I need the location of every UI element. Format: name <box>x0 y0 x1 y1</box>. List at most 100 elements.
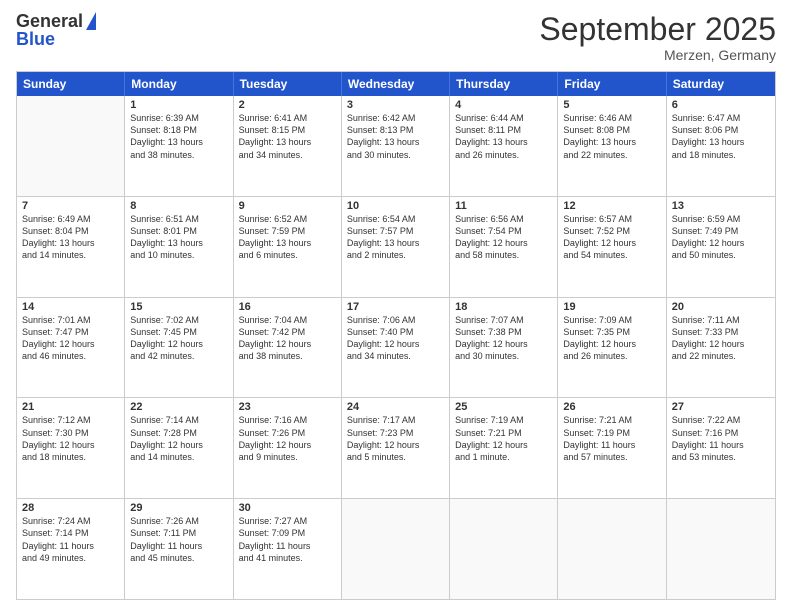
calendar: SundayMondayTuesdayWednesdayThursdayFrid… <box>16 71 776 600</box>
calendar-cell: 30Sunrise: 7:27 AM Sunset: 7:09 PM Dayli… <box>234 499 342 599</box>
day-info: Sunrise: 7:14 AM Sunset: 7:28 PM Dayligh… <box>130 414 227 463</box>
day-info: Sunrise: 6:42 AM Sunset: 8:13 PM Dayligh… <box>347 112 444 161</box>
calendar-cell: 25Sunrise: 7:19 AM Sunset: 7:21 PM Dayli… <box>450 398 558 498</box>
calendar-body: 1Sunrise: 6:39 AM Sunset: 8:18 PM Daylig… <box>17 96 775 599</box>
calendar-row: 7Sunrise: 6:49 AM Sunset: 8:04 PM Daylig… <box>17 196 775 297</box>
calendar-cell: 14Sunrise: 7:01 AM Sunset: 7:47 PM Dayli… <box>17 298 125 398</box>
day-number: 10 <box>347 200 444 212</box>
weekday-header: Tuesday <box>234 72 342 96</box>
day-info: Sunrise: 6:54 AM Sunset: 7:57 PM Dayligh… <box>347 213 444 262</box>
day-info: Sunrise: 6:56 AM Sunset: 7:54 PM Dayligh… <box>455 213 552 262</box>
day-info: Sunrise: 6:49 AM Sunset: 8:04 PM Dayligh… <box>22 213 119 262</box>
day-number: 22 <box>130 401 227 413</box>
day-number: 3 <box>347 99 444 111</box>
day-info: Sunrise: 7:26 AM Sunset: 7:11 PM Dayligh… <box>130 515 227 564</box>
calendar-cell: 20Sunrise: 7:11 AM Sunset: 7:33 PM Dayli… <box>667 298 775 398</box>
calendar-cell: 17Sunrise: 7:06 AM Sunset: 7:40 PM Dayli… <box>342 298 450 398</box>
day-number: 30 <box>239 502 336 514</box>
header: General Blue September 2025 Merzen, Germ… <box>16 12 776 63</box>
day-info: Sunrise: 7:12 AM Sunset: 7:30 PM Dayligh… <box>22 414 119 463</box>
day-number: 5 <box>563 99 660 111</box>
day-info: Sunrise: 7:17 AM Sunset: 7:23 PM Dayligh… <box>347 414 444 463</box>
calendar-cell: 11Sunrise: 6:56 AM Sunset: 7:54 PM Dayli… <box>450 197 558 297</box>
day-info: Sunrise: 7:24 AM Sunset: 7:14 PM Dayligh… <box>22 515 119 564</box>
weekday-header: Friday <box>558 72 666 96</box>
calendar-header: SundayMondayTuesdayWednesdayThursdayFrid… <box>17 72 775 96</box>
calendar-cell: 27Sunrise: 7:22 AM Sunset: 7:16 PM Dayli… <box>667 398 775 498</box>
page-title: September 2025 <box>539 12 776 47</box>
calendar-cell: 28Sunrise: 7:24 AM Sunset: 7:14 PM Dayli… <box>17 499 125 599</box>
day-number: 24 <box>347 401 444 413</box>
day-info: Sunrise: 7:07 AM Sunset: 7:38 PM Dayligh… <box>455 314 552 363</box>
calendar-cell <box>667 499 775 599</box>
day-number: 17 <box>347 301 444 313</box>
day-number: 18 <box>455 301 552 313</box>
calendar-cell: 9Sunrise: 6:52 AM Sunset: 7:59 PM Daylig… <box>234 197 342 297</box>
calendar-cell: 8Sunrise: 6:51 AM Sunset: 8:01 PM Daylig… <box>125 197 233 297</box>
calendar-cell: 19Sunrise: 7:09 AM Sunset: 7:35 PM Dayli… <box>558 298 666 398</box>
calendar-cell: 1Sunrise: 6:39 AM Sunset: 8:18 PM Daylig… <box>125 96 233 196</box>
day-info: Sunrise: 7:19 AM Sunset: 7:21 PM Dayligh… <box>455 414 552 463</box>
logo-blue-text: Blue <box>16 30 96 50</box>
day-number: 19 <box>563 301 660 313</box>
calendar-cell: 3Sunrise: 6:42 AM Sunset: 8:13 PM Daylig… <box>342 96 450 196</box>
day-number: 21 <box>22 401 119 413</box>
calendar-cell: 13Sunrise: 6:59 AM Sunset: 7:49 PM Dayli… <box>667 197 775 297</box>
calendar-cell: 4Sunrise: 6:44 AM Sunset: 8:11 PM Daylig… <box>450 96 558 196</box>
day-number: 13 <box>672 200 770 212</box>
weekday-header: Monday <box>125 72 233 96</box>
weekday-header: Saturday <box>667 72 775 96</box>
day-number: 11 <box>455 200 552 212</box>
day-number: 12 <box>563 200 660 212</box>
day-info: Sunrise: 6:52 AM Sunset: 7:59 PM Dayligh… <box>239 213 336 262</box>
calendar-cell <box>17 96 125 196</box>
calendar-cell <box>342 499 450 599</box>
calendar-row: 28Sunrise: 7:24 AM Sunset: 7:14 PM Dayli… <box>17 498 775 599</box>
day-number: 6 <box>672 99 770 111</box>
day-info: Sunrise: 7:09 AM Sunset: 7:35 PM Dayligh… <box>563 314 660 363</box>
day-number: 1 <box>130 99 227 111</box>
day-info: Sunrise: 7:02 AM Sunset: 7:45 PM Dayligh… <box>130 314 227 363</box>
day-number: 14 <box>22 301 119 313</box>
title-block: September 2025 Merzen, Germany <box>539 12 776 63</box>
day-number: 2 <box>239 99 336 111</box>
day-info: Sunrise: 7:22 AM Sunset: 7:16 PM Dayligh… <box>672 414 770 463</box>
calendar-cell: 2Sunrise: 6:41 AM Sunset: 8:15 PM Daylig… <box>234 96 342 196</box>
calendar-cell: 21Sunrise: 7:12 AM Sunset: 7:30 PM Dayli… <box>17 398 125 498</box>
calendar-cell: 24Sunrise: 7:17 AM Sunset: 7:23 PM Dayli… <box>342 398 450 498</box>
day-info: Sunrise: 7:16 AM Sunset: 7:26 PM Dayligh… <box>239 414 336 463</box>
day-info: Sunrise: 6:51 AM Sunset: 8:01 PM Dayligh… <box>130 213 227 262</box>
day-info: Sunrise: 6:47 AM Sunset: 8:06 PM Dayligh… <box>672 112 770 161</box>
day-info: Sunrise: 6:57 AM Sunset: 7:52 PM Dayligh… <box>563 213 660 262</box>
day-info: Sunrise: 7:01 AM Sunset: 7:47 PM Dayligh… <box>22 314 119 363</box>
day-number: 25 <box>455 401 552 413</box>
day-number: 16 <box>239 301 336 313</box>
logo-triangle-icon <box>86 12 96 30</box>
day-info: Sunrise: 6:39 AM Sunset: 8:18 PM Dayligh… <box>130 112 227 161</box>
calendar-cell: 7Sunrise: 6:49 AM Sunset: 8:04 PM Daylig… <box>17 197 125 297</box>
day-number: 20 <box>672 301 770 313</box>
weekday-header: Wednesday <box>342 72 450 96</box>
day-info: Sunrise: 7:04 AM Sunset: 7:42 PM Dayligh… <box>239 314 336 363</box>
day-number: 8 <box>130 200 227 212</box>
day-info: Sunrise: 6:44 AM Sunset: 8:11 PM Dayligh… <box>455 112 552 161</box>
calendar-cell: 10Sunrise: 6:54 AM Sunset: 7:57 PM Dayli… <box>342 197 450 297</box>
day-info: Sunrise: 6:46 AM Sunset: 8:08 PM Dayligh… <box>563 112 660 161</box>
day-number: 27 <box>672 401 770 413</box>
calendar-cell: 12Sunrise: 6:57 AM Sunset: 7:52 PM Dayli… <box>558 197 666 297</box>
day-number: 15 <box>130 301 227 313</box>
calendar-cell: 5Sunrise: 6:46 AM Sunset: 8:08 PM Daylig… <box>558 96 666 196</box>
page: General Blue September 2025 Merzen, Germ… <box>0 0 792 612</box>
day-info: Sunrise: 6:41 AM Sunset: 8:15 PM Dayligh… <box>239 112 336 161</box>
day-number: 23 <box>239 401 336 413</box>
calendar-row: 14Sunrise: 7:01 AM Sunset: 7:47 PM Dayli… <box>17 297 775 398</box>
day-info: Sunrise: 7:27 AM Sunset: 7:09 PM Dayligh… <box>239 515 336 564</box>
weekday-header: Thursday <box>450 72 558 96</box>
calendar-cell: 6Sunrise: 6:47 AM Sunset: 8:06 PM Daylig… <box>667 96 775 196</box>
calendar-cell: 23Sunrise: 7:16 AM Sunset: 7:26 PM Dayli… <box>234 398 342 498</box>
calendar-cell <box>558 499 666 599</box>
day-info: Sunrise: 7:21 AM Sunset: 7:19 PM Dayligh… <box>563 414 660 463</box>
day-number: 9 <box>239 200 336 212</box>
calendar-cell: 18Sunrise: 7:07 AM Sunset: 7:38 PM Dayli… <box>450 298 558 398</box>
weekday-header: Sunday <box>17 72 125 96</box>
